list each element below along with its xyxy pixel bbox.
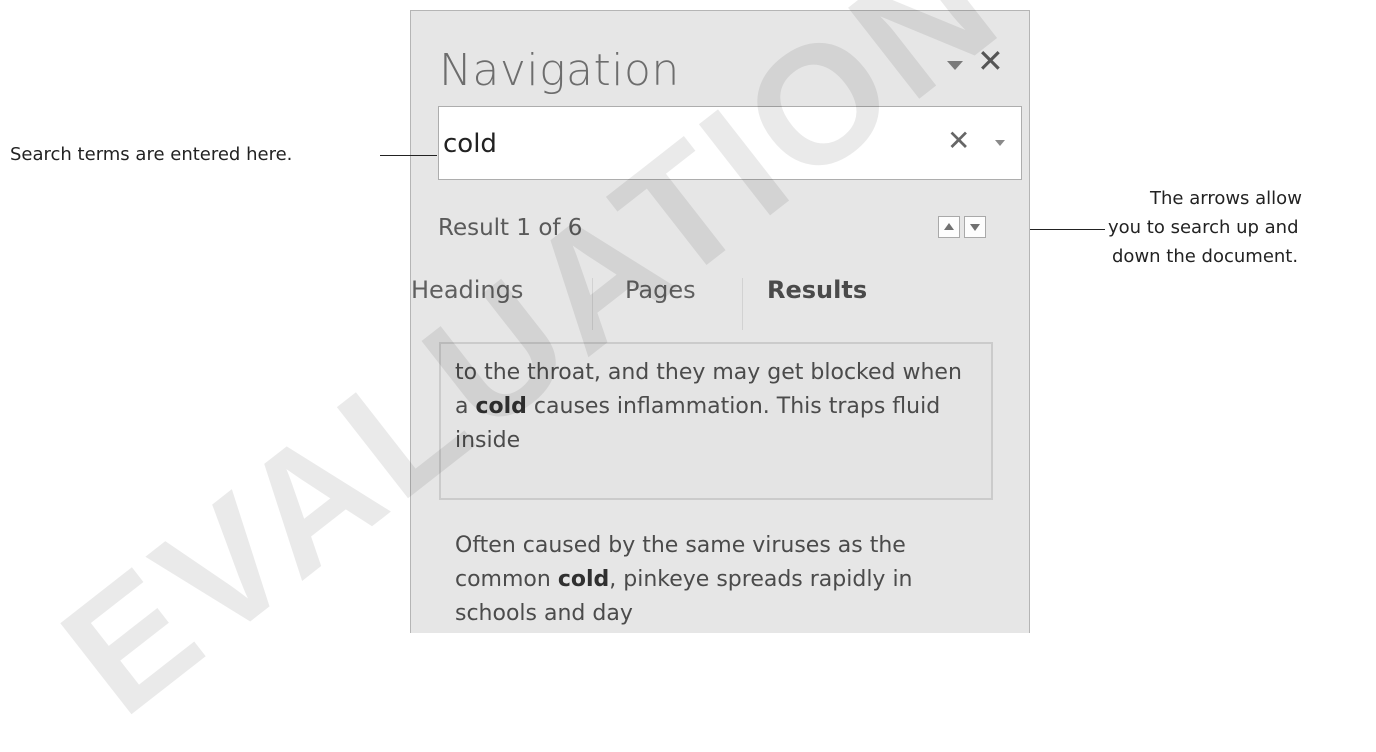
- tab-divider: [592, 278, 593, 330]
- result-match: cold: [557, 567, 610, 592]
- search-box: ✕: [438, 106, 1022, 181]
- pane-options-dropdown-icon[interactable]: [947, 61, 963, 70]
- tab-results[interactable]: Results: [767, 276, 867, 304]
- next-result-button[interactable]: [964, 216, 986, 238]
- callout-arrows-line-3: down the document.: [1112, 246, 1299, 267]
- arrow-down-icon: [970, 224, 980, 231]
- tab-headings[interactable]: Headings: [411, 276, 523, 304]
- tab-pages[interactable]: Pages: [625, 276, 696, 304]
- pane-tabs: Headings Pages Results: [411, 276, 1031, 330]
- previous-result-button[interactable]: [938, 216, 960, 238]
- navigation-pane: Navigation ✕ ✕ Result 1 of 6 Headings Pa…: [410, 10, 1030, 633]
- pane-title: Navigation: [439, 45, 680, 96]
- tab-divider: [742, 278, 743, 330]
- callout-arrows-line-2: you to search up and: [1108, 217, 1299, 238]
- callout-leader-line: [1030, 229, 1105, 230]
- search-result-item[interactable]: Often caused by the same viruses as the …: [439, 517, 993, 631]
- search-options-chevron-down-icon[interactable]: [995, 140, 1005, 146]
- result-match: cold: [475, 394, 527, 419]
- callout-leader-line: [380, 155, 437, 156]
- result-text-after: causes inflammation. This traps fluid in…: [455, 394, 941, 453]
- callout-search-terms: Search terms are entered here.: [10, 144, 293, 165]
- search-result-item-selected[interactable]: to the throat, and they may get blocked …: [439, 342, 993, 500]
- callout-arrows-line-1: The arrows allow: [1150, 188, 1302, 209]
- result-count: Result 1 of 6: [438, 215, 583, 241]
- close-icon[interactable]: ✕: [977, 41, 1004, 81]
- arrow-up-icon: [944, 223, 954, 230]
- search-input[interactable]: [439, 107, 925, 181]
- clear-search-icon[interactable]: ✕: [947, 121, 970, 161]
